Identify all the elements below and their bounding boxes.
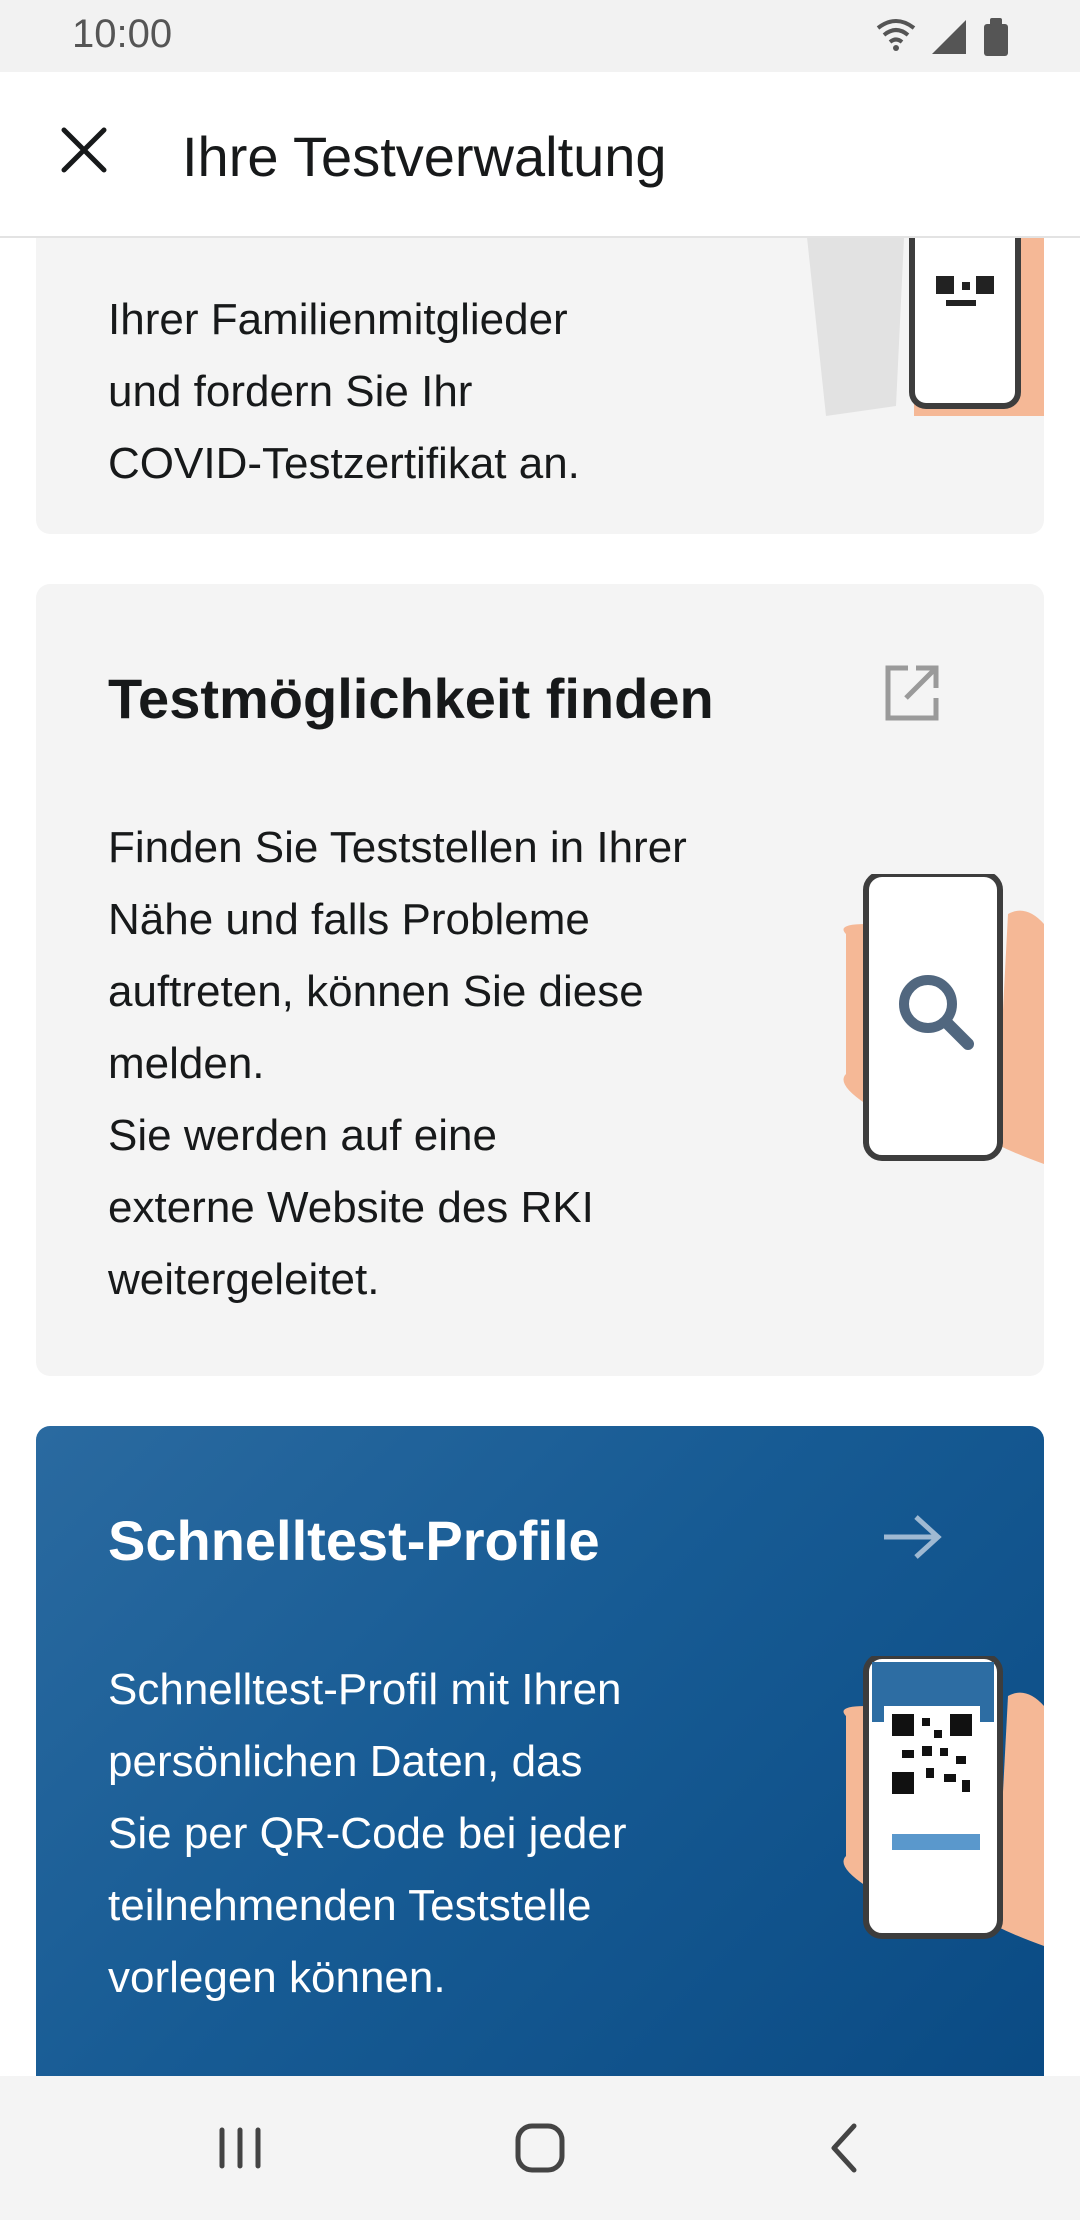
test-finder-card[interactable]: Testmöglichkeit finden Finden Sie Testst… <box>36 584 1044 1376</box>
text-line: weitergeleitet. <box>108 1255 380 1304</box>
text-line: auftreten, können Sie diese <box>108 967 644 1016</box>
home-icon[interactable] <box>500 2116 580 2180</box>
text-line: COVID-Testzertifikat an. <box>108 439 580 488</box>
rapid-test-profiles-card[interactable]: Schnelltest-Profile Schnelltest-Profil m… <box>36 1426 1044 2076</box>
test-finder-title: Testmöglichkeit finden <box>108 667 714 730</box>
text-line: vorlegen können. <box>108 1953 446 2002</box>
status-bar: 10:00 <box>0 0 1080 72</box>
text-line: externe Website des RKI <box>108 1183 594 1232</box>
rapid-test-profiles-text: Schnelltest-Profil mit Ihren persönliche… <box>108 1654 626 2014</box>
certificate-card[interactable]: Ihrer Familienmitglieder und fordern Sie… <box>36 236 1044 534</box>
text-line: Schnelltest-Profil mit Ihren <box>108 1665 622 1714</box>
text-line: teilnehmenden Teststelle <box>108 1881 592 1930</box>
back-icon[interactable] <box>804 2116 884 2180</box>
content-scroll-area[interactable]: Ihrer Familienmitglieder und fordern Sie… <box>0 236 1080 2076</box>
rapid-test-profiles-title: Schnelltest-Profile <box>108 1509 600 1572</box>
status-time: 10:00 <box>72 12 173 56</box>
text-line: Nähe und falls Probleme <box>108 895 590 944</box>
qr-code-phone-illustration <box>843 1656 1044 1946</box>
text-line: melden. <box>108 1039 265 1088</box>
certificate-card-text: Ihrer Familienmitglieder und fordern Sie… <box>108 284 580 500</box>
text-line: persönlichen Daten, das <box>108 1737 583 1786</box>
page-title: Ihre Testverwaltung <box>182 125 667 188</box>
close-icon[interactable] <box>56 122 112 178</box>
recent-apps-icon[interactable] <box>200 2116 280 2180</box>
qr-phone-illustration <box>806 236 1044 416</box>
text-line: Ihrer Familienmitglieder <box>108 295 568 344</box>
search-phone-illustration <box>843 874 1044 1164</box>
arrow-right-icon[interactable] <box>882 1512 942 1562</box>
external-link-icon[interactable] <box>882 664 942 724</box>
wifi-icon <box>876 19 916 51</box>
cellular-signal-icon <box>932 20 966 54</box>
status-icons <box>876 18 1008 56</box>
text-line: und fordern Sie Ihr <box>108 367 473 416</box>
text-line: Sie werden auf eine <box>108 1111 497 1160</box>
battery-icon <box>984 18 1008 56</box>
text-line: Finden Sie Teststellen in Ihrer <box>108 823 687 872</box>
navigation-bar <box>0 2076 1080 2220</box>
text-line: Sie per QR-Code bei jeder <box>108 1809 627 1858</box>
app-bar: Ihre Testverwaltung <box>0 72 1080 238</box>
test-finder-text: Finden Sie Teststellen in Ihrer Nähe und… <box>108 812 687 1316</box>
